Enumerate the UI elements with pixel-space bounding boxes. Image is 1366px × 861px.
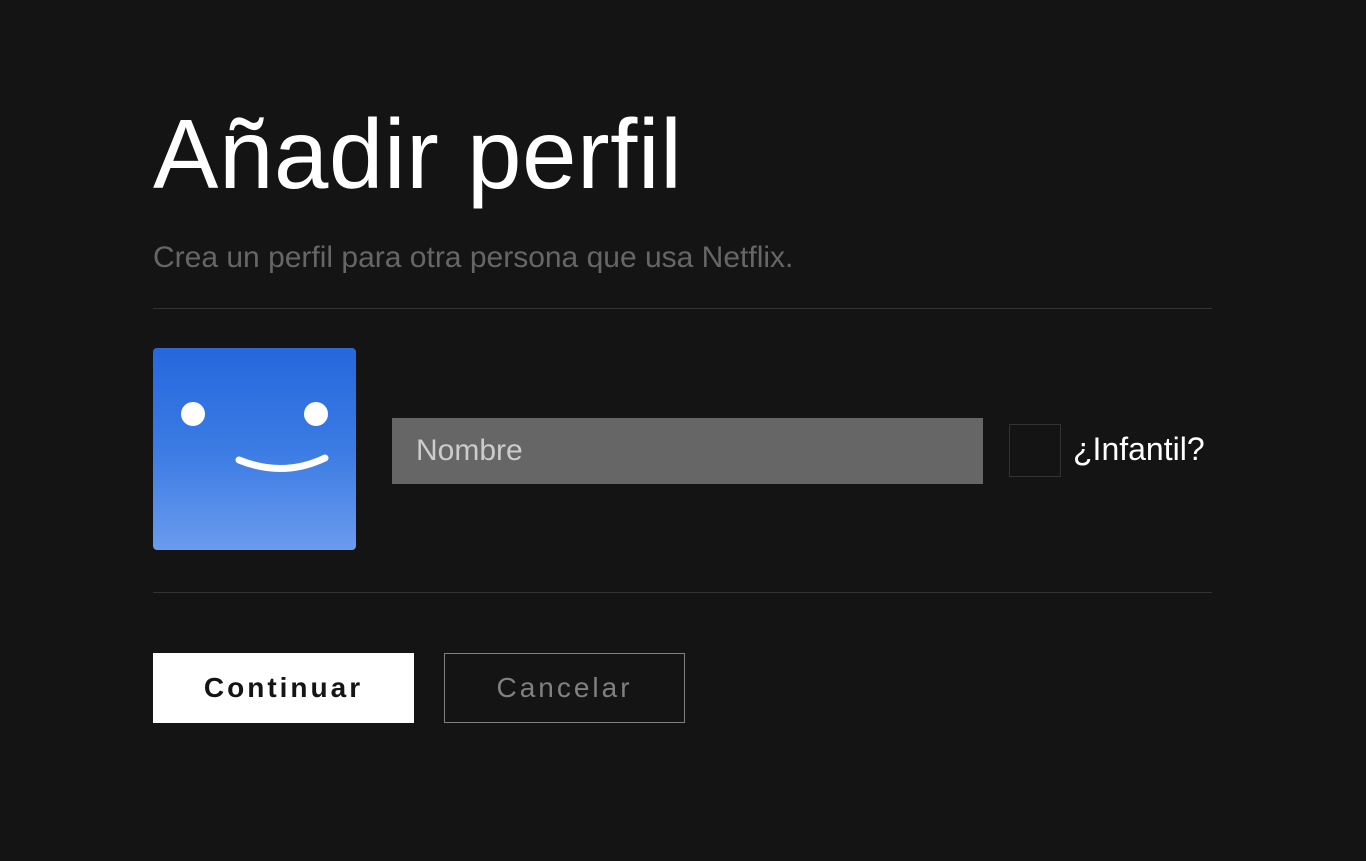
- bottom-divider: [153, 592, 1212, 593]
- kids-checkbox[interactable]: [1009, 424, 1061, 477]
- continue-button[interactable]: Continuar: [153, 653, 414, 723]
- cancel-button[interactable]: Cancelar: [444, 653, 685, 723]
- profile-name-input[interactable]: [392, 418, 983, 484]
- profile-avatar[interactable]: [153, 348, 356, 550]
- top-divider: [153, 308, 1212, 309]
- page-subtitle: Crea un perfil para otra persona que usa…: [153, 241, 794, 274]
- smiley-face-icon: [181, 402, 329, 472]
- add-profile-page: Añadir perfil Crea un perfil para otra p…: [0, 0, 1366, 861]
- page-title: Añadir perfil: [153, 99, 683, 209]
- kids-checkbox-label[interactable]: ¿Infantil?: [1073, 431, 1205, 468]
